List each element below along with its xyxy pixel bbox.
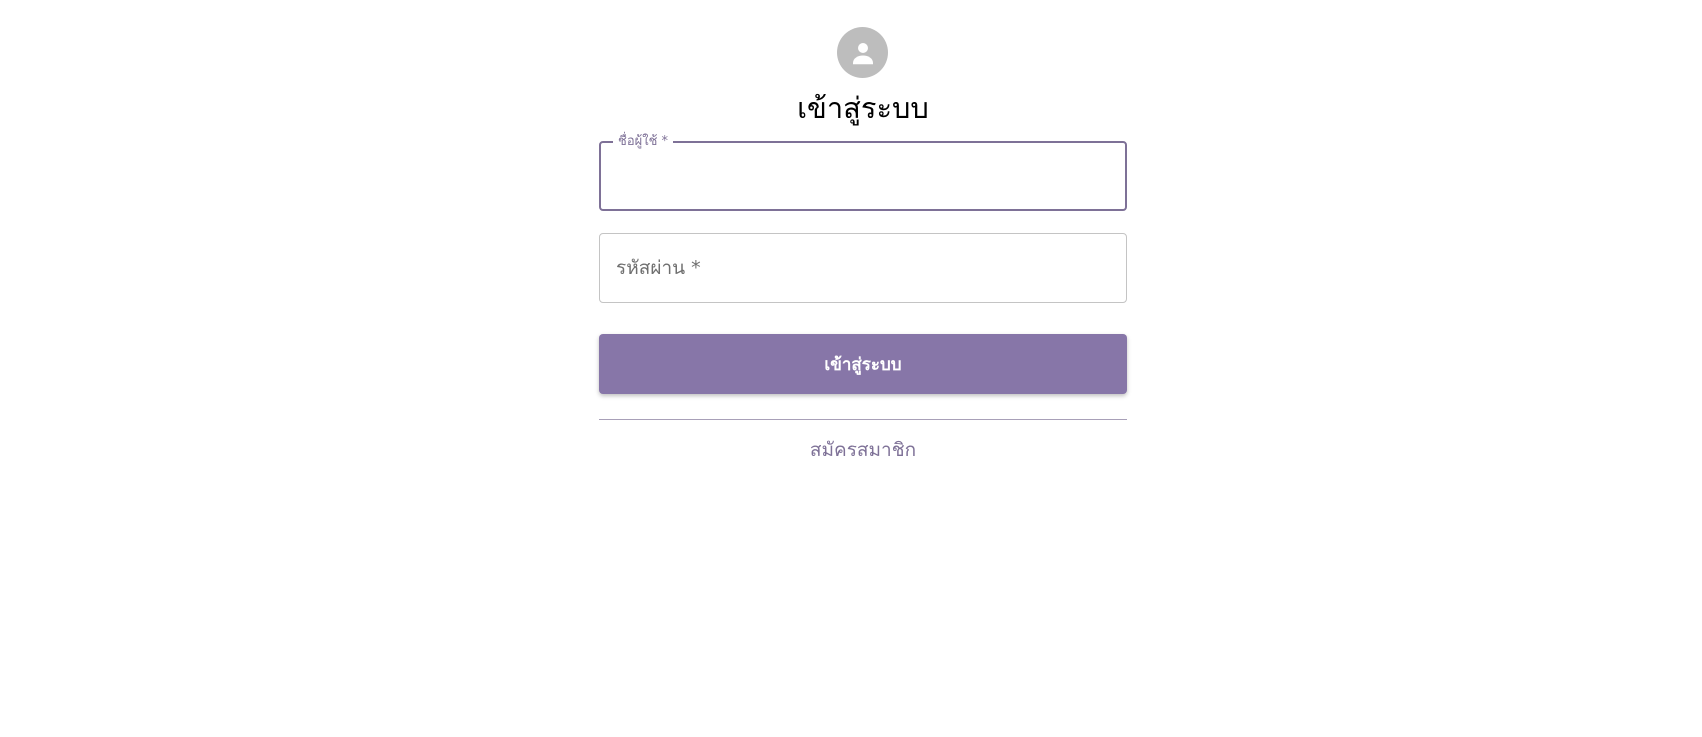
username-input[interactable] <box>615 157 1115 197</box>
divider <box>599 419 1127 420</box>
avatar <box>837 27 888 78</box>
register-link[interactable]: สมัครสมาชิก <box>599 435 1127 465</box>
page-title: เข้าสู่ระบบ <box>797 91 929 125</box>
username-label: ชื่อผู้ใช้ * <box>613 134 674 150</box>
password-field[interactable]: รหัสผ่าน * <box>599 233 1127 303</box>
login-page: เข้าสู่ระบบ ชื่อผู้ใช้ * รหัสผ่าน * เข้า… <box>0 0 1702 737</box>
username-field[interactable]: ชื่อผู้ใช้ * <box>599 134 1127 211</box>
password-input[interactable] <box>614 248 1114 288</box>
login-button[interactable]: เข้าสู่ระบบ <box>599 334 1127 394</box>
user-avatar-icon <box>852 42 873 64</box>
